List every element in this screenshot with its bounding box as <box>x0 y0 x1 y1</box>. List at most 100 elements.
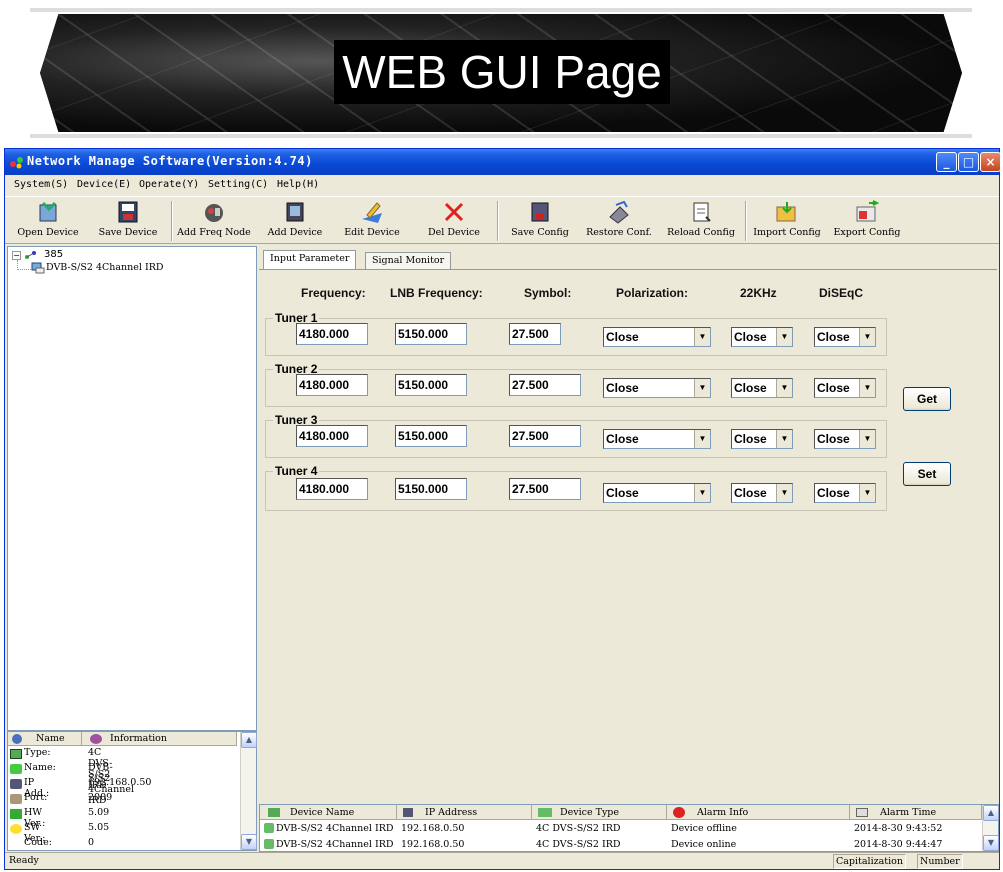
open-device-button[interactable]: Open Device <box>13 199 83 243</box>
menu-system[interactable]: System(S) <box>14 179 68 190</box>
info-scrollbar[interactable]: ▲ ▼ <box>240 732 257 850</box>
frequency-input[interactable]: 4180.000 <box>296 425 368 447</box>
tuner-label: Tuner 4 <box>273 464 320 478</box>
menu-bar: System(S) Device(E) Operate(Y) Setting(C… <box>5 176 999 195</box>
menu-operate[interactable]: Operate(Y) <box>139 179 199 190</box>
device-row-icon <box>264 823 274 833</box>
export-config-button[interactable]: Export Config <box>829 199 905 243</box>
lnb-frequency-input[interactable]: 5150.000 <box>395 478 467 500</box>
alarm-header-alarm-time[interactable]: Alarm Time <box>850 805 982 820</box>
toolbar: Open Device Save Device Add Freq Node Ad… <box>5 196 999 244</box>
open-device-icon <box>39 201 57 222</box>
frequency-input[interactable]: 4180.000 <box>296 478 368 500</box>
edit-device-button[interactable]: Edit Device <box>340 199 404 243</box>
banner-title: WEB GUI Page <box>342 46 662 98</box>
alarm-header-ip-address[interactable]: IP Address <box>397 805 532 820</box>
information-icon <box>90 734 102 744</box>
ip-address-icon <box>403 808 413 817</box>
diseqc-select[interactable]: Close ▼ <box>814 483 876 503</box>
lnb-frequency-input[interactable]: 5150.000 <box>395 374 467 396</box>
close-button[interactable]: × <box>980 152 1001 172</box>
device-row-icon <box>264 839 274 849</box>
lnb-frequency-input[interactable]: 5150.000 <box>395 425 467 447</box>
alarm-row[interactable]: DVB-S/S2 4Channel IRD 192.168.0.50 4C DV… <box>260 821 982 836</box>
polarization-select[interactable]: Close ▼ <box>603 483 711 503</box>
name-row-icon <box>10 764 22 774</box>
reload-config-icon <box>693 202 711 222</box>
symbol-input[interactable]: 27.500 <box>509 425 581 447</box>
restore-config-button[interactable]: Restore Conf. <box>583 199 655 243</box>
tuner-group: Tuner 1 4180.000 5150.000 27.500 Close ▼ … <box>265 311 887 356</box>
22khz-select[interactable]: Close ▼ <box>731 327 793 347</box>
collapse-toggle[interactable]: − <box>12 251 21 260</box>
polarization-select[interactable]: Close ▼ <box>603 327 711 347</box>
polarization-select[interactable]: Close ▼ <box>603 429 711 449</box>
del-device-button[interactable]: Del Device <box>423 199 485 243</box>
polarization-select[interactable]: Close ▼ <box>603 378 711 398</box>
col-polarization: Polarization: <box>616 286 689 300</box>
set-button[interactable]: Set <box>903 462 951 486</box>
maximize-button[interactable]: □ <box>958 152 979 172</box>
promo-banner: WEB GUI Page <box>0 0 1003 145</box>
22khz-select[interactable]: Close ▼ <box>731 483 793 503</box>
tree-device-node[interactable]: DVB-S/S2 4Channel IRD <box>46 262 164 273</box>
scroll-down-button[interactable]: ▼ <box>241 834 257 850</box>
status-bar: Ready Capitalization Number <box>5 852 999 869</box>
scroll-up-button[interactable]: ▲ <box>241 732 257 748</box>
name-icon <box>12 734 22 744</box>
chevron-down-icon: ▼ <box>694 328 710 346</box>
tab-input-parameter[interactable]: Input Parameter <box>263 250 357 270</box>
alarm-header-device-name[interactable]: Device Name <box>260 805 397 820</box>
alarm-header-alarm-info[interactable]: Alarm Info <box>667 805 850 820</box>
info-header-name[interactable]: Name <box>8 732 82 746</box>
sw-version-icon <box>10 824 22 834</box>
app-window: Network Manage Software(Version:4.74) _ … <box>4 148 1001 870</box>
save-config-button[interactable]: Save Config <box>505 199 575 243</box>
info-header-information[interactable]: Information <box>82 732 237 746</box>
symbol-input[interactable]: 27.500 <box>509 323 561 345</box>
frequency-input[interactable]: 4180.000 <box>296 374 368 396</box>
restore-config-icon <box>609 200 629 224</box>
22khz-select[interactable]: Close ▼ <box>731 378 793 398</box>
add-freq-node-button[interactable]: Add Freq Node <box>175 199 253 243</box>
scroll-down-button[interactable]: ▼ <box>983 835 999 851</box>
symbol-input[interactable]: 27.500 <box>509 374 581 396</box>
diseqc-select[interactable]: Close ▼ <box>814 378 876 398</box>
menu-help[interactable]: Help(H) <box>277 179 319 190</box>
import-config-button[interactable]: Import Config <box>749 199 825 243</box>
status-text: Ready <box>9 855 39 866</box>
frequency-input[interactable]: 4180.000 <box>296 323 368 345</box>
scroll-up-button[interactable]: ▲ <box>983 805 999 821</box>
toolbar-separator <box>745 201 747 241</box>
device-icon <box>31 262 45 274</box>
menu-device[interactable]: Device(E) <box>77 179 131 190</box>
tab-signal-monitor[interactable]: Signal Monitor <box>365 252 452 269</box>
lnb-frequency-input[interactable]: 5150.000 <box>395 323 467 345</box>
chevron-down-icon: ▼ <box>694 484 710 502</box>
tool-label: Save Device <box>98 227 158 238</box>
tree-root-node[interactable]: 385 <box>44 249 63 260</box>
22khz-select[interactable]: Close ▼ <box>731 429 793 449</box>
add-device-button[interactable]: Add Device <box>263 199 327 243</box>
add-freq-node-icon <box>205 204 223 222</box>
col-diseqc: DiSEqC <box>819 286 864 300</box>
menu-setting[interactable]: Setting(C) <box>208 179 268 190</box>
tuner-group: Tuner 3 4180.000 5150.000 27.500 Close ▼ … <box>265 413 887 458</box>
title-bar[interactable]: Network Manage Software(Version:4.74) _ … <box>5 149 1001 175</box>
reload-config-button[interactable]: Reload Config <box>663 199 739 243</box>
col-22khz: 22KHz <box>740 286 777 300</box>
minimize-button[interactable]: _ <box>936 152 957 172</box>
alarm-scrollbar[interactable]: ▲ ▼ <box>982 805 999 851</box>
banner-stripe <box>30 8 972 12</box>
diseqc-select[interactable]: Close ▼ <box>814 327 876 347</box>
alarm-header-device-type[interactable]: Device Type <box>532 805 667 820</box>
add-device-icon <box>286 202 304 222</box>
get-button[interactable]: Get <box>903 387 951 411</box>
chevron-down-icon: ▼ <box>776 328 792 346</box>
diseqc-select[interactable]: Close ▼ <box>814 429 876 449</box>
save-device-button[interactable]: Save Device <box>93 199 163 243</box>
alarm-row[interactable]: DVB-S/S2 4Channel IRD 192.168.0.50 4C DV… <box>260 837 982 852</box>
device-info-panel: Name Information Type: 4C DVS-S/S2 IRD Na… <box>7 731 257 851</box>
symbol-input[interactable]: 27.500 <box>509 478 581 500</box>
save-config-icon <box>531 202 549 222</box>
